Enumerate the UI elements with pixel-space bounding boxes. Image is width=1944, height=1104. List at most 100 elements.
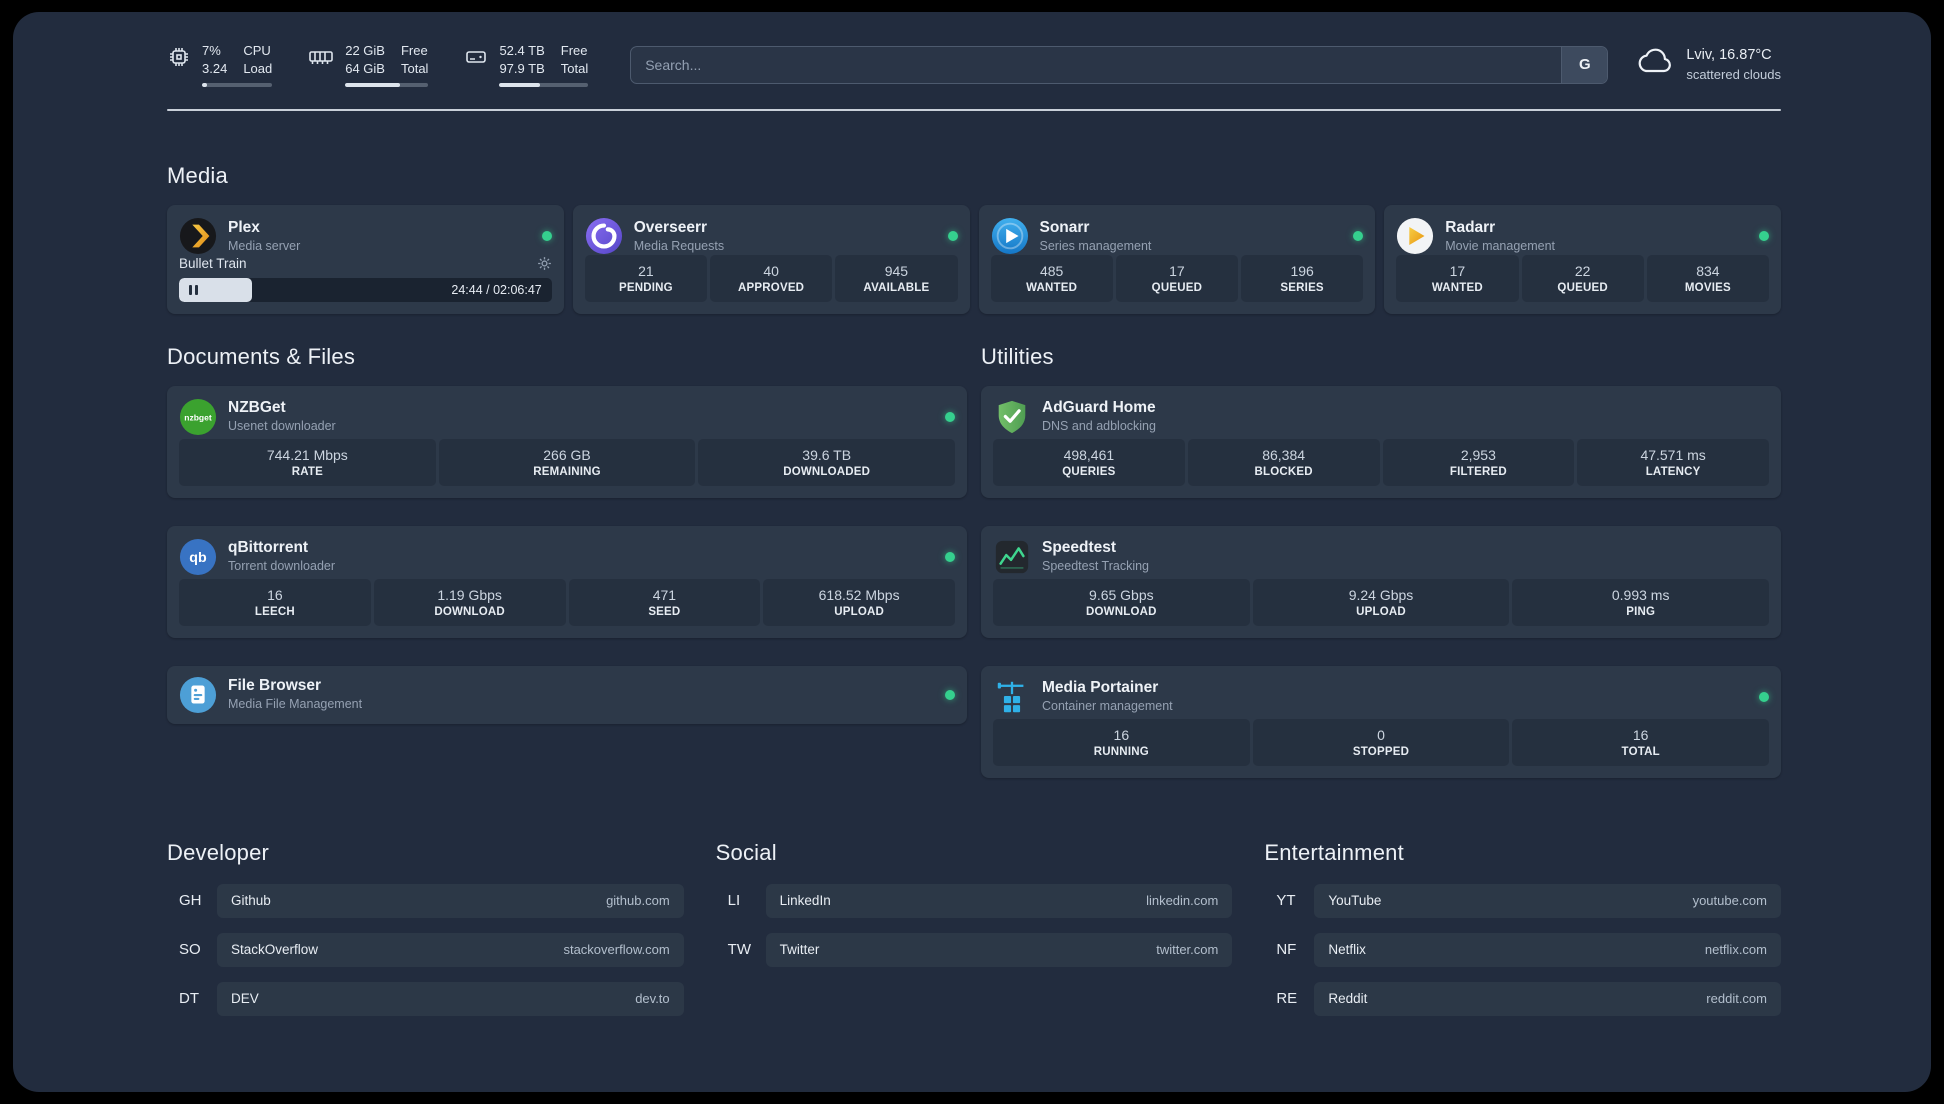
portainer-icon xyxy=(993,678,1031,716)
service-card-plex[interactable]: Plex Media server Bullet Train 24:44 / 0… xyxy=(167,205,564,314)
service-card-portainer[interactable]: Media Portainer Container management 16 … xyxy=(981,665,1781,778)
weather-condition: scattered clouds xyxy=(1686,66,1781,82)
media-heading: Media xyxy=(167,163,228,189)
service-name: qBittorrent xyxy=(228,539,309,557)
stat-wanted: 485 WANTED xyxy=(990,255,1113,302)
status-dot xyxy=(947,231,958,242)
bookmark-link[interactable]: Github github.com xyxy=(217,883,684,918)
service-card-nzbget[interactable]: nzbget NZBGet Usenet downloader 744.21 M… xyxy=(167,385,967,498)
cpu-widget: 7% 3.24 CPU Load xyxy=(167,42,273,88)
sonarr-icon xyxy=(991,217,1029,255)
memory-progress-bar xyxy=(345,83,429,88)
stat-download: 1.19 Gbps DOWNLOAD xyxy=(373,579,566,626)
service-card-adguard[interactable]: AdGuard Home DNS and adblocking 498,461 … xyxy=(981,385,1781,498)
bookmark-link[interactable]: DEV dev.to xyxy=(217,981,684,1016)
bookmark-abbr: RE xyxy=(1276,990,1298,1007)
stat-pending: 21 PENDING xyxy=(584,255,707,302)
resource-widgets: 7% 3.24 CPU Load 22 GiB 64 GiB Free Tota… xyxy=(167,42,589,88)
bookmark-link[interactable]: LinkedIn linkedin.com xyxy=(765,883,1233,918)
radarr-icon xyxy=(1396,217,1434,255)
section-media: Media Plex Media server Bullet Train 24:… xyxy=(167,163,1781,314)
bookmark-link[interactable]: StackOverflow stackoverflow.com xyxy=(217,932,684,967)
entertainment-heading: Entertainment xyxy=(1264,839,1404,865)
bookmark-link[interactable]: Netflix netflix.com xyxy=(1314,932,1781,967)
playback-time: 24:44 / 02:06:47 xyxy=(451,282,542,297)
service-name: Overseerr xyxy=(633,219,708,237)
stat-rate: 744.21 Mbps RATE xyxy=(179,439,436,486)
stat-downloaded: 39.6 TB DOWNLOADED xyxy=(698,439,956,486)
bookmarks-social: Social LI LinkedIn linkedin.com TW Twitt… xyxy=(716,840,1233,1016)
section-documents: Documents & Files nzbget NZBGet Usenet d… xyxy=(167,344,967,778)
playback-progress-bar[interactable]: 24:44 / 02:06:47 xyxy=(179,277,552,302)
stat-download: 9.65 Gbps DOWNLOAD xyxy=(993,579,1250,626)
memory-free-value: 22 GiB xyxy=(345,43,385,58)
gear-icon[interactable] xyxy=(537,256,552,271)
service-name: Radarr xyxy=(1445,219,1496,237)
service-name: Plex xyxy=(228,219,260,237)
plex-icon xyxy=(179,217,217,255)
adguard-icon xyxy=(993,398,1031,436)
cpu-load-value: 3.24 xyxy=(202,61,228,77)
cpu-icon xyxy=(167,45,191,74)
weather-widget: Lviv, 16.87°C scattered clouds xyxy=(1636,46,1781,83)
service-desc: Media Requests xyxy=(633,239,725,254)
bookmarks-entertainment: Entertainment YT YouTube youtube.com NF … xyxy=(1264,840,1781,1016)
stat-queries: 498,461 QUERIES xyxy=(993,439,1185,486)
documents-heading: Documents & Files xyxy=(167,343,356,369)
memory-progress-fill xyxy=(345,83,401,88)
bookmark-twitter: TW Twitter twitter.com xyxy=(716,932,1233,967)
memory-label-top: Free xyxy=(400,43,428,58)
pause-icon[interactable] xyxy=(189,284,198,295)
cpu-progress-bar xyxy=(202,83,273,88)
service-name: Sonarr xyxy=(1039,219,1090,237)
service-desc: Usenet downloader xyxy=(228,419,336,434)
status-dot xyxy=(541,231,552,242)
stat-upload: 9.24 Gbps UPLOAD xyxy=(1252,579,1510,626)
stat-blocked: 86,384 BLOCKED xyxy=(1187,439,1380,486)
memory-label-bottom: Total xyxy=(400,61,429,77)
stat-latency: 47.571 ms LATENCY xyxy=(1577,439,1769,486)
status-dot xyxy=(945,689,955,700)
status-dot xyxy=(945,411,955,422)
bookmark-abbr: DT xyxy=(179,990,199,1007)
service-card-radarr[interactable]: Radarr Movie management 17 WANTED 22 QUE… xyxy=(1384,205,1781,314)
svg-text:nzbget: nzbget xyxy=(184,412,212,422)
service-card-qbittorrent[interactable]: qb qBittorrent Torrent downloader 16 LEE… xyxy=(167,525,967,638)
social-heading: Social xyxy=(715,839,777,865)
service-card-overseerr[interactable]: Overseerr Media Requests 21 PENDING 40 A… xyxy=(572,205,970,314)
search-input[interactable] xyxy=(631,46,1562,83)
topbar-divider xyxy=(167,109,1781,112)
service-card-speedtest[interactable]: Speedtest Speedtest Tracking 9.65 Gbps D… xyxy=(981,525,1781,638)
cpu-progress-fill xyxy=(202,83,207,88)
service-card-filebrowser[interactable]: File Browser Media File Management xyxy=(167,665,967,724)
service-desc: Series management xyxy=(1039,239,1152,254)
bookmark-abbr: SO xyxy=(179,941,201,958)
service-desc: Media server xyxy=(228,239,301,254)
memory-total-value: 64 GiB xyxy=(345,61,385,77)
status-dot xyxy=(1759,691,1769,702)
weather-location: Lviv, 16.87°C xyxy=(1686,47,1772,64)
bookmark-abbr: LI xyxy=(727,892,741,909)
service-card-sonarr[interactable]: Sonarr Series management 485 WANTED 17 Q… xyxy=(978,205,1376,314)
search-provider-button[interactable]: G xyxy=(1561,46,1608,83)
service-name: Speedtest xyxy=(1042,539,1117,557)
bookmark-link[interactable]: YouTube youtube.com xyxy=(1314,883,1781,918)
memory-widget: 22 GiB 64 GiB Free Total xyxy=(308,42,429,88)
stat-upload: 618.52 Mbps UPLOAD xyxy=(763,579,955,626)
nzbget-icon: nzbget xyxy=(179,398,217,436)
bookmark-link[interactable]: Reddit reddit.com xyxy=(1314,981,1781,1016)
section-utilities: Utilities AdGuard Home DNS and adblockin… xyxy=(981,344,1781,778)
stat-movies: 834 MOVIES xyxy=(1646,255,1769,302)
bookmark-link[interactable]: Twitter twitter.com xyxy=(765,932,1233,967)
svg-text:qb: qb xyxy=(189,550,207,566)
topbar: 7% 3.24 CPU Load 22 GiB 64 GiB Free Tota… xyxy=(167,42,1781,88)
bookmark-abbr: YT xyxy=(1276,892,1296,909)
bookmark-reddit: RE Reddit reddit.com xyxy=(1264,981,1781,1016)
bookmarks-developer: Developer GH Github github.com SO StackO… xyxy=(167,840,684,1016)
bookmark-linkedin: LI LinkedIn linkedin.com xyxy=(716,883,1233,918)
disk-label-top: Free xyxy=(560,43,588,58)
bookmark-netflix: NF Netflix netflix.com xyxy=(1264,932,1781,967)
stat-stopped: 0 STOPPED xyxy=(1252,719,1510,766)
disk-label-bottom: Total xyxy=(560,61,589,77)
service-name: AdGuard Home xyxy=(1042,399,1156,417)
